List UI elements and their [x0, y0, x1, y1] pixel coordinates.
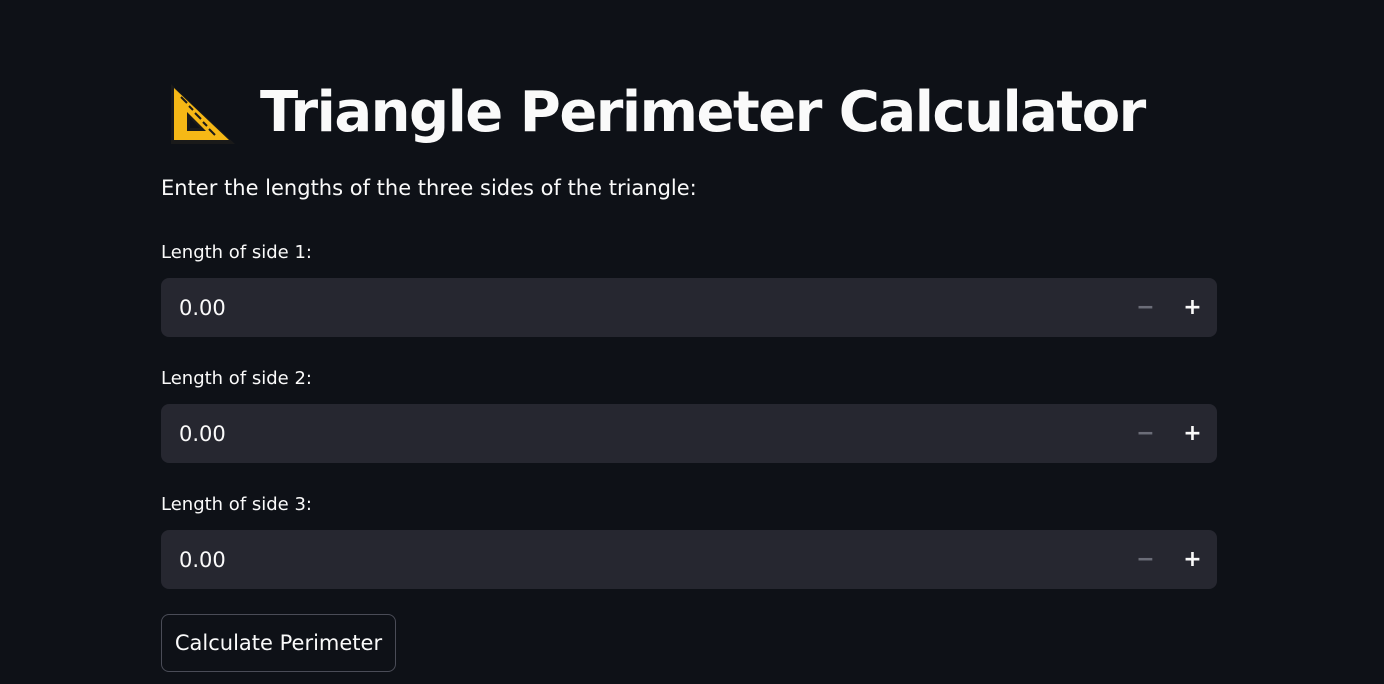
page-title: Triangle Perimeter Calculator	[260, 79, 1146, 145]
side-3-decrement-button[interactable]: −	[1122, 530, 1169, 589]
calculate-perimeter-button[interactable]: Calculate Perimeter	[161, 614, 396, 672]
side-3-input[interactable]: 0.00	[161, 548, 1122, 572]
side-2-number-input: 0.00 − +	[161, 404, 1217, 463]
page-header: Triangle Perimeter Calculator	[165, 72, 1146, 152]
side-3-increment-button[interactable]: +	[1169, 530, 1216, 589]
triangular-ruler-icon	[165, 76, 237, 148]
side-1-label: Length of side 1:	[161, 242, 312, 263]
side-1-input[interactable]: 0.00	[161, 296, 1122, 320]
side-2-label: Length of side 2:	[161, 368, 312, 389]
side-1-number-input: 0.00 − +	[161, 278, 1217, 337]
side-2-increment-button[interactable]: +	[1169, 404, 1216, 463]
instructions-text: Enter the lengths of the three sides of …	[161, 176, 697, 200]
side-3-label: Length of side 3:	[161, 494, 312, 515]
side-2-decrement-button[interactable]: −	[1122, 404, 1169, 463]
side-1-decrement-button[interactable]: −	[1122, 278, 1169, 337]
side-2-input[interactable]: 0.00	[161, 422, 1122, 446]
side-1-increment-button[interactable]: +	[1169, 278, 1216, 337]
side-3-number-input: 0.00 − +	[161, 530, 1217, 589]
